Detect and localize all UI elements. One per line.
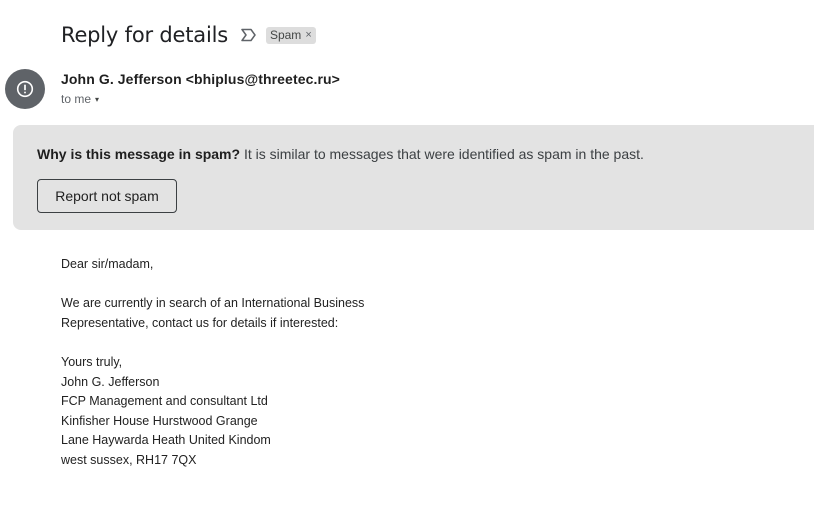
email-view: Reply for details Spam × John G. Jeffers… [0, 0, 814, 510]
email-body: Dear sir/madam, We are currently in sear… [61, 255, 364, 471]
signature-line: Yours truly, [61, 354, 123, 369]
chevron-down-icon: ▾ [95, 94, 100, 104]
spam-reason-explanation: It is similar to messages that were iden… [243, 146, 644, 162]
sender-name: John G. Jefferson <bhiplus@threetec.ru> [61, 71, 340, 87]
spam-label-text: Spam [269, 28, 302, 42]
body-line: Representative, contact us for details i… [61, 315, 339, 330]
spam-reason: Why is this message in spam? It is simil… [37, 146, 644, 162]
signature-line: west sussex, RH17 7QX [61, 452, 197, 467]
recipient-details-toggle[interactable]: to me ▾ [61, 92, 99, 106]
report-not-spam-button[interactable]: Report not spam [37, 179, 177, 213]
warning-icon [5, 69, 45, 109]
recipient-label: to me [61, 92, 92, 106]
signature-line: Lane Haywarda Heath United Kindom [61, 433, 271, 448]
spam-label-chip: Spam × [265, 26, 316, 44]
body-line: We are currently in search of an Interna… [61, 296, 365, 311]
email-subject: Reply for details [61, 23, 228, 47]
spam-reason-question: Why is this message in spam? [37, 146, 241, 162]
subject-row: Reply for details Spam × [61, 19, 316, 51]
signature-line: FCP Management and consultant Ltd [61, 394, 268, 409]
signature-line: Kinfisher House Hurstwood Grange [61, 413, 258, 428]
body-greeting: Dear sir/madam, [61, 257, 154, 271]
signature-line: John G. Jefferson [61, 374, 160, 389]
remove-label-icon[interactable]: × [305, 29, 311, 41]
importance-marker-icon[interactable] [240, 27, 257, 43]
spam-warning-banner: Why is this message in spam? It is simil… [13, 125, 814, 230]
